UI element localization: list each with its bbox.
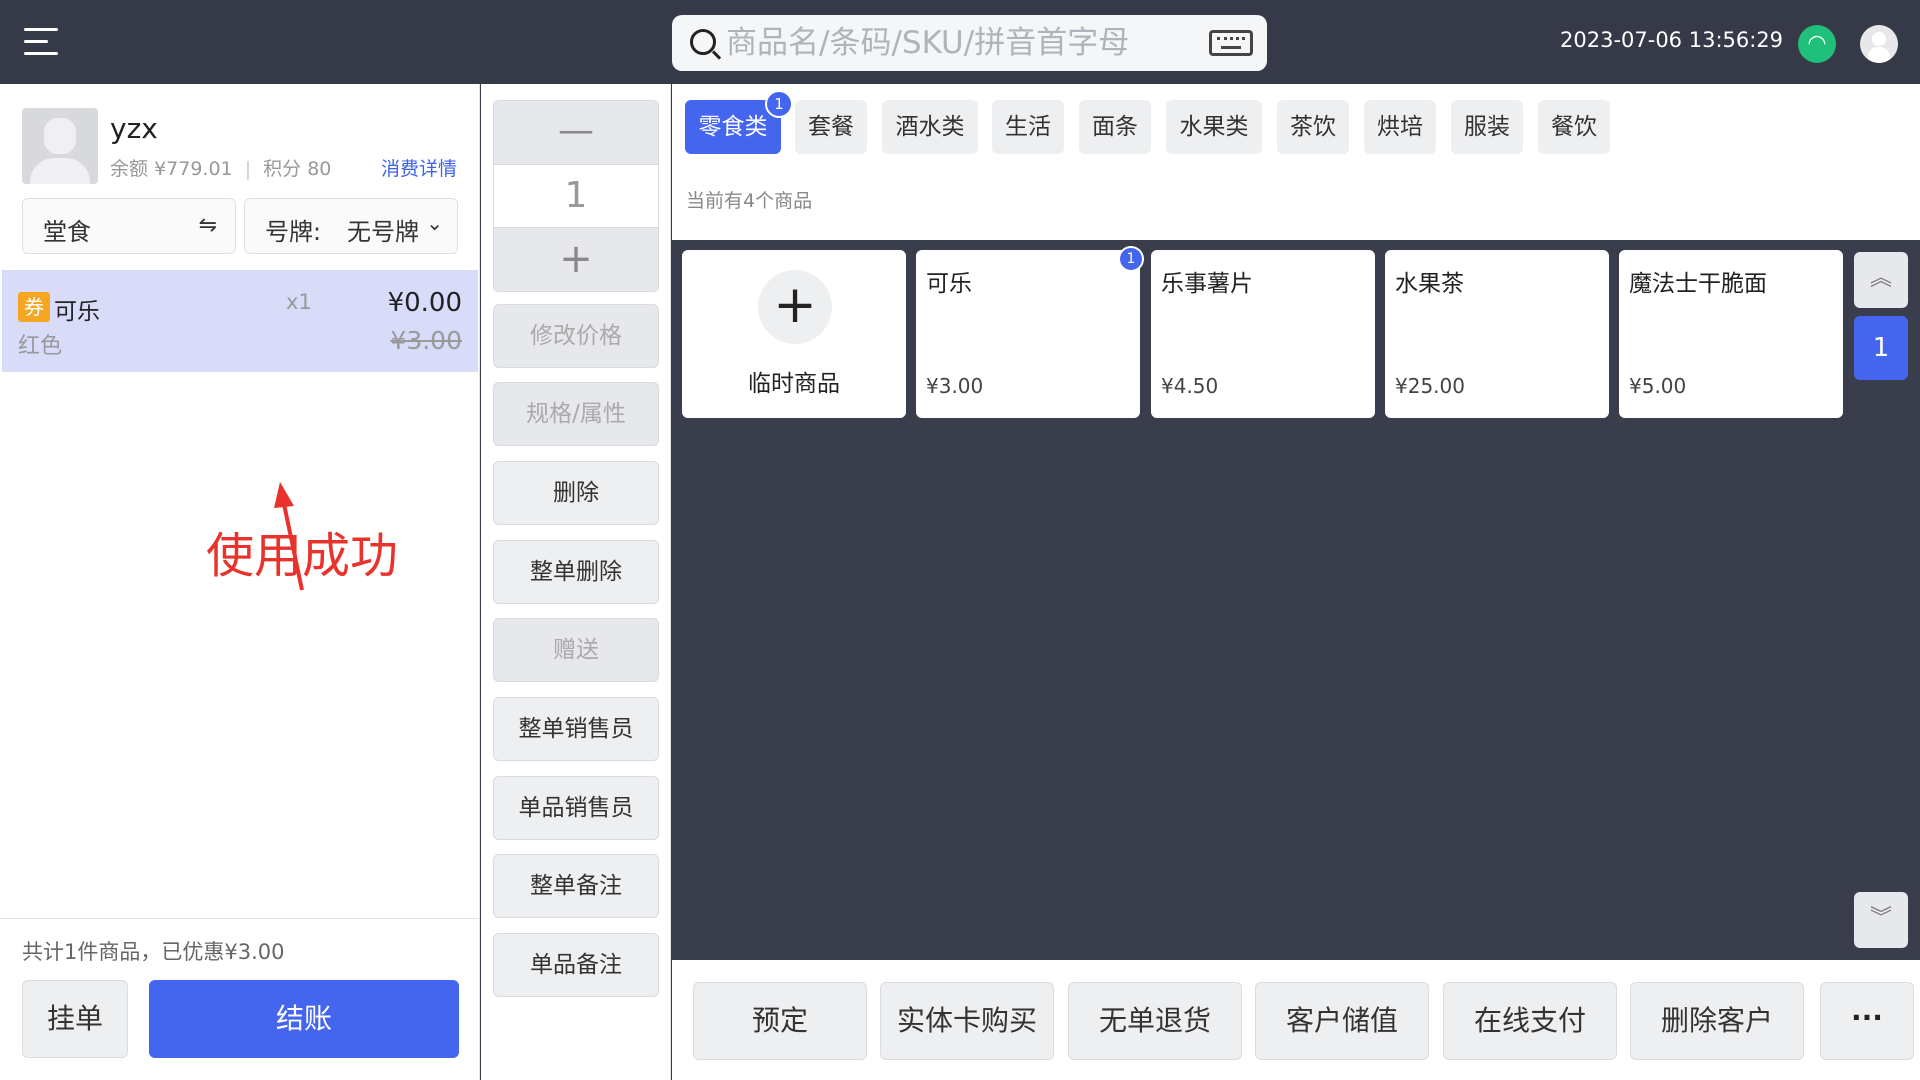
customer-deposit-button[interactable]: 客户储值 xyxy=(1255,982,1429,1060)
category-tab-set-meal[interactable]: 套餐 xyxy=(795,100,867,154)
goods-card[interactable]: 可乐 ¥3.00 1 xyxy=(916,246,1144,418)
temp-goods-card[interactable]: + 临时商品 xyxy=(682,250,906,418)
category-tab-catering[interactable]: 餐饮 xyxy=(1538,100,1610,154)
category-tab-life[interactable]: 生活 xyxy=(992,100,1064,154)
cart-item-qty: x1 xyxy=(286,290,312,314)
goods-card[interactable]: 魔法士干脆面 ¥5.00 xyxy=(1619,250,1843,418)
reserve-button[interactable]: 预定 xyxy=(693,982,867,1060)
gift-button[interactable]: 赠送 xyxy=(493,618,659,682)
cart-item-name: 可乐 xyxy=(54,299,100,325)
cart-item-original-price: ¥3.00 xyxy=(390,326,462,355)
online-payment-button[interactable]: 在线支付 xyxy=(1443,982,1617,1060)
menu-icon[interactable] xyxy=(24,28,58,56)
action-bar: 预定 实体卡购买 无单退货 客户储值 在线支付 删除客户 ··· xyxy=(672,960,1920,1080)
balance-label: 余额 xyxy=(110,158,149,180)
category-tab-snacks[interactable]: 零食类 1 xyxy=(685,90,793,154)
plate-label: 号牌: xyxy=(265,218,322,246)
goods-card[interactable]: 水果茶 ¥25.00 xyxy=(1385,250,1609,418)
category-tab-fruit[interactable]: 水果类 xyxy=(1166,100,1262,154)
points-value: 80 xyxy=(307,158,332,180)
return-without-receipt-button[interactable]: 无单退货 xyxy=(1068,982,1242,1060)
goods-price: ¥3.00 xyxy=(926,374,984,398)
consumption-detail-link[interactable]: 消费详情 xyxy=(381,154,457,181)
search-input[interactable] xyxy=(726,23,1166,63)
goods-panel: 零食类 1 套餐 酒水类 生活 面条 水果类 茶饮 烘培 服装 餐饮 当前有4个… xyxy=(672,84,1920,1080)
swap-icon: ⇋ xyxy=(198,213,217,238)
plate-value: 无号牌 xyxy=(347,218,419,246)
temp-goods-label: 临时商品 xyxy=(748,371,840,397)
more-button[interactable]: ··· xyxy=(1820,982,1914,1060)
category-count-badge: 1 xyxy=(765,90,793,118)
goods-name: 乐事薯片 xyxy=(1161,271,1253,297)
category-bar: 零食类 1 套餐 酒水类 生活 面条 水果类 茶饮 烘培 服装 餐饮 当前有4个… xyxy=(672,84,1920,240)
cart-item[interactable]: 券 可乐 x1 ¥0.00 红色 ¥3.00 xyxy=(2,270,478,372)
goods-price: ¥4.50 xyxy=(1161,374,1219,398)
category-tab-clothing[interactable]: 服装 xyxy=(1451,100,1523,154)
balance-value: ¥779.01 xyxy=(154,158,233,180)
goods-grid: + 临时商品 可乐 ¥3.00 1 乐事薯片 ¥4.50 水果茶 ¥25.00 … xyxy=(672,240,1920,960)
wifi-icon[interactable]: ◠ xyxy=(1798,25,1836,63)
cart-item-spec: 红色 xyxy=(18,334,63,359)
checkout-button[interactable]: 结账 xyxy=(149,980,459,1058)
order-salesperson-button[interactable]: 整单销售员 xyxy=(493,697,659,761)
goods-card[interactable]: 乐事薯片 ¥4.50 xyxy=(1151,250,1375,418)
order-type-toggle[interactable]: 堂食 ⇋ xyxy=(22,198,236,254)
item-salesperson-button[interactable]: 单品销售员 xyxy=(493,776,659,840)
goods-price: ¥25.00 xyxy=(1395,374,1465,398)
quantity-decrease-button[interactable]: — xyxy=(494,101,658,165)
delete-button[interactable]: 删除 xyxy=(493,461,659,525)
datetime: 2023-07-06 13:56:29 xyxy=(1560,28,1784,52)
search-box xyxy=(672,15,1267,71)
divider xyxy=(0,918,479,919)
coupon-badge: 券 xyxy=(18,292,50,322)
category-tab-tea[interactable]: 茶饮 xyxy=(1277,100,1349,154)
goods-name: 水果茶 xyxy=(1395,271,1464,297)
item-actions-panel: — 1 + 修改价格 规格/属性 删除 整单删除 赠送 整单销售员 单品销售员 … xyxy=(481,84,671,1080)
order-note-button[interactable]: 整单备注 xyxy=(493,854,659,918)
top-bar: 2023-07-06 13:56:29 ◠ xyxy=(0,0,1920,84)
customer-info: 余额 ¥779.01 | 积分 80 xyxy=(110,158,332,180)
modify-price-button[interactable]: 修改价格 xyxy=(493,304,659,368)
category-tab-drinks[interactable]: 酒水类 xyxy=(882,100,978,154)
goods-name: 魔法士干脆面 xyxy=(1629,271,1767,297)
goods-name: 可乐 xyxy=(926,271,972,297)
spec-attribute-button[interactable]: 规格/属性 xyxy=(493,382,659,446)
physical-card-purchase-button[interactable]: 实体卡购买 xyxy=(880,982,1054,1060)
category-tab-bakery[interactable]: 烘培 xyxy=(1364,100,1436,154)
cart-summary: 共计1件商品，已优惠¥3.00 xyxy=(22,940,285,964)
delete-order-button[interactable]: 整单删除 xyxy=(493,540,659,604)
delete-customer-button[interactable]: 删除客户 xyxy=(1630,982,1804,1060)
quantity-stepper: — 1 + xyxy=(493,100,659,292)
page-down-button[interactable]: ︾ xyxy=(1854,892,1908,948)
category-tab-noodles[interactable]: 面条 xyxy=(1079,100,1151,154)
keyboard-icon[interactable] xyxy=(1209,30,1253,56)
goods-count: 当前有4个商品 xyxy=(686,190,813,212)
goods-count-badge: 1 xyxy=(1118,246,1144,272)
chevron-down-icon: ⌄ xyxy=(426,211,443,235)
hold-order-button[interactable]: 挂单 xyxy=(22,980,128,1058)
category-label: 零食类 xyxy=(698,114,768,140)
plus-icon: + xyxy=(758,270,832,344)
page-number[interactable]: 1 xyxy=(1854,316,1908,380)
cart-item-price: ¥0.00 xyxy=(387,288,462,318)
quantity-increase-button[interactable]: + xyxy=(494,227,658,291)
page-up-button[interactable]: ︽ xyxy=(1854,252,1908,308)
customer-avatar xyxy=(22,108,98,184)
order-panel: yzx 余额 ¥779.01 | 积分 80 消费详情 堂食 ⇋ 号牌: 无号牌… xyxy=(0,84,480,1080)
order-type-label: 堂食 xyxy=(43,218,91,246)
quantity-value[interactable]: 1 xyxy=(494,165,658,227)
search-icon xyxy=(690,29,716,55)
plate-select[interactable]: 号牌: 无号牌 ⌄ xyxy=(244,198,458,254)
annotation-text: 使用成功 xyxy=(206,528,399,584)
goods-price: ¥5.00 xyxy=(1629,374,1687,398)
customer-name: yzx xyxy=(110,112,158,145)
user-avatar-icon[interactable] xyxy=(1860,25,1898,63)
item-note-button[interactable]: 单品备注 xyxy=(493,933,659,997)
points-label: 积分 xyxy=(263,158,302,180)
